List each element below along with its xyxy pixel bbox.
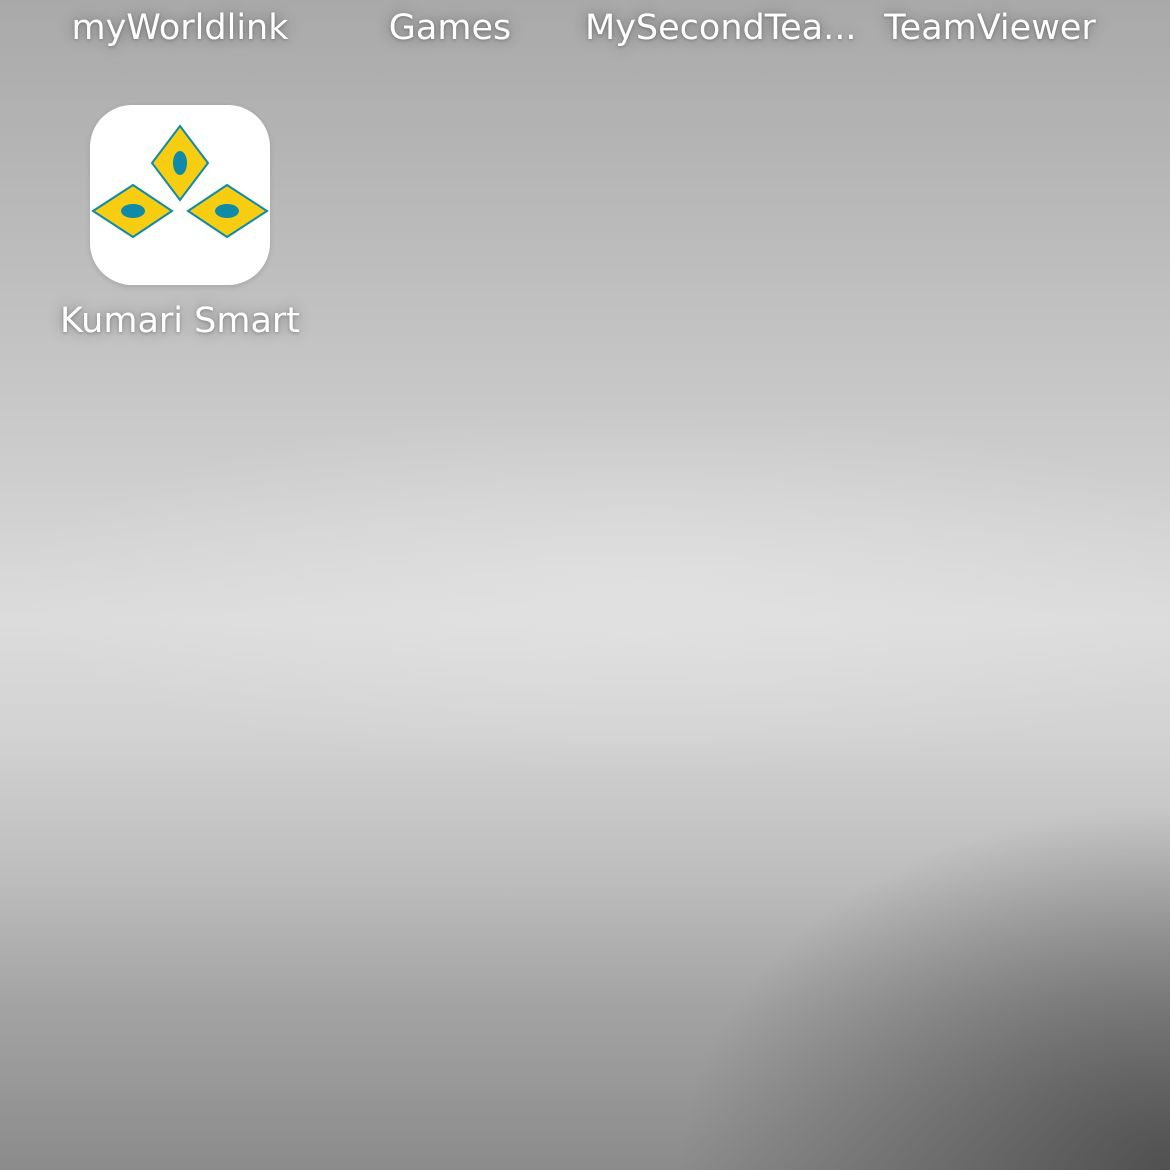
- home-screen: myWorldlink Games MySecondTea... TeamVie…: [0, 0, 1170, 1170]
- kumari-logo-graphic: [91, 124, 269, 239]
- app-kumari-smart[interactable]: Kumari Smart: [0, 0, 360, 360]
- app-label-mysecondteacher[interactable]: MySecondTea...: [585, 6, 857, 50]
- app-label-kumari-smart: Kumari Smart: [59, 301, 301, 341]
- app-label-teamviewer[interactable]: TeamViewer: [855, 6, 1125, 50]
- logo-dot-right: [215, 204, 239, 218]
- logo-dot-top: [173, 151, 187, 175]
- kumari-bank-logo-icon[interactable]: [90, 105, 270, 285]
- logo-dot-left: [121, 204, 145, 218]
